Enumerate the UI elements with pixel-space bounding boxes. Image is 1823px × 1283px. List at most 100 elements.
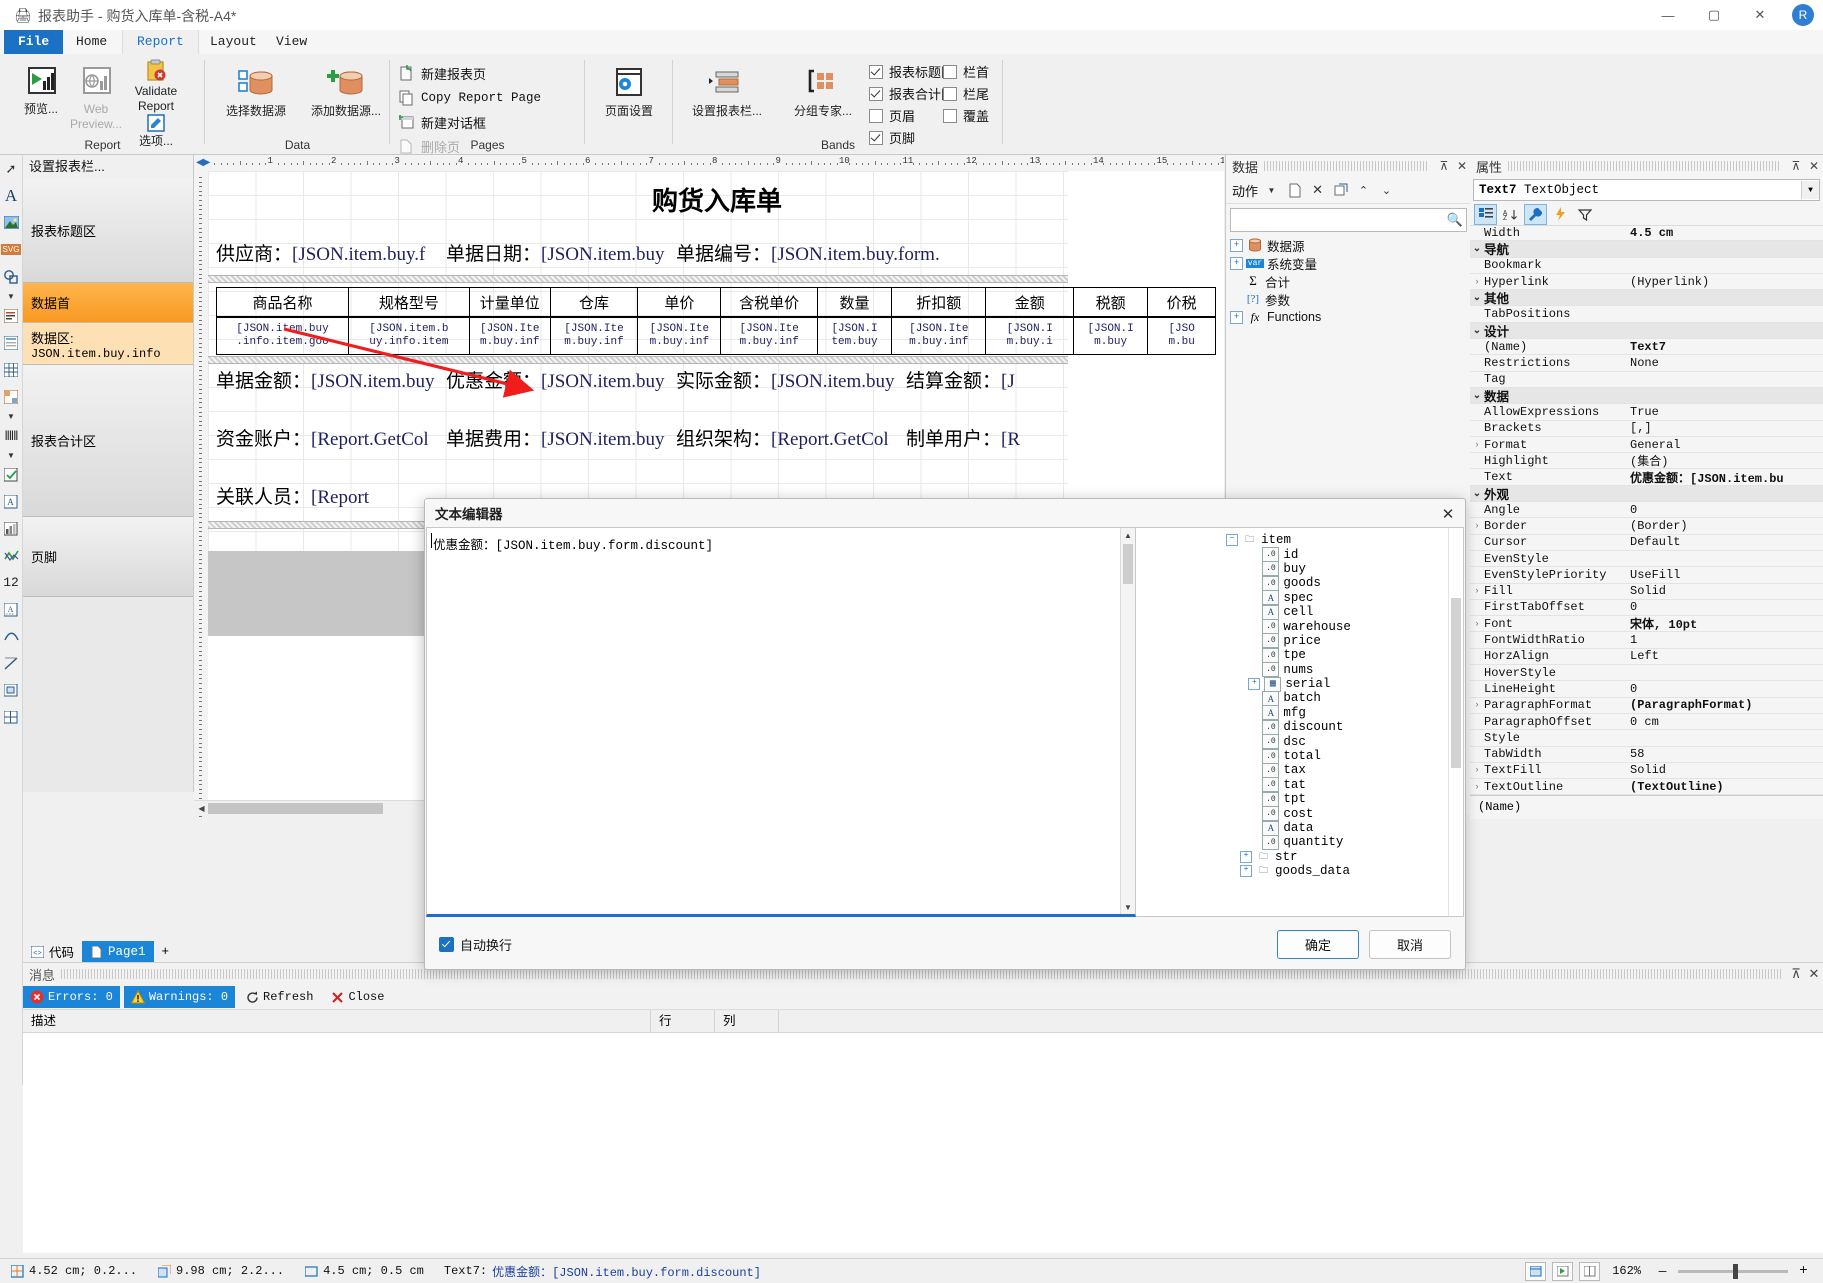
events-view-button[interactable] bbox=[1550, 205, 1571, 224]
minimize-button[interactable]: — bbox=[1645, 0, 1691, 30]
property-row[interactable]: HoverStyle bbox=[1470, 665, 1823, 682]
property-row[interactable]: Restrictions None bbox=[1470, 355, 1823, 372]
svg-icon[interactable]: SVG bbox=[0, 236, 22, 263]
close-icon[interactable]: ✕ bbox=[1453, 159, 1471, 173]
design-view-icon[interactable] bbox=[1525, 1261, 1547, 1281]
property-value[interactable]: (Border) bbox=[1630, 519, 1823, 533]
richtext-icon[interactable] bbox=[0, 302, 22, 329]
bands-panel-header[interactable]: 设置报表栏... bbox=[23, 155, 193, 179]
filter-button[interactable] bbox=[1574, 205, 1595, 224]
band-page-footer[interactable]: 页脚 bbox=[23, 517, 193, 597]
zipcode-icon[interactable]: A bbox=[0, 488, 22, 515]
field-tree-node[interactable]: .0 discount bbox=[1226, 719, 1351, 735]
warnings-chip[interactable]: Warnings: 0 bbox=[123, 986, 236, 1008]
property-value[interactable]: General bbox=[1630, 438, 1823, 452]
pointer-icon[interactable]: ➚ bbox=[0, 155, 22, 182]
property-row[interactable]: TabWidth 58 bbox=[1470, 747, 1823, 763]
table-data-cell[interactable]: [JSON.I m.buy bbox=[1072, 317, 1149, 355]
barcode-icon[interactable]: ‖‖‖ bbox=[0, 422, 22, 449]
page-setup-button[interactable]: 页面设置 bbox=[591, 62, 667, 119]
checkbox-object-icon[interactable] bbox=[0, 461, 22, 488]
property-row[interactable]: › Fill Solid bbox=[1470, 584, 1823, 600]
dialog-close-button[interactable]: ✕ bbox=[1437, 504, 1459, 524]
property-row[interactable]: Style bbox=[1470, 730, 1823, 747]
data-tree-node[interactable]: + fx Functions bbox=[1226, 308, 1471, 326]
move-down-icon[interactable]: ⌄ bbox=[1377, 181, 1396, 200]
table-data-cell[interactable]: [JSO m.bu bbox=[1147, 317, 1216, 355]
picture-icon[interactable] bbox=[0, 209, 22, 236]
expression-editor[interactable]: 优惠金额：[JSON.item.buy.form.discount] ▲ ▼ bbox=[426, 527, 1136, 917]
field-tree-node[interactable]: .0 tpe bbox=[1226, 647, 1351, 663]
property-row[interactable]: HorzAlign Left bbox=[1470, 649, 1823, 666]
field-organization[interactable]: 组织架构：[Report.GetCol bbox=[676, 424, 900, 451]
column-description[interactable]: 描述 bbox=[23, 1010, 651, 1032]
collapse-icon[interactable]: ⌄ bbox=[1470, 292, 1484, 303]
property-row[interactable]: FontWidthRatio 1 bbox=[1470, 632, 1823, 649]
field-tree-node[interactable]: .0 tat bbox=[1226, 777, 1351, 793]
property-value[interactable]: 0 bbox=[1630, 682, 1823, 696]
field-tree-node[interactable]: .0 total bbox=[1226, 748, 1351, 764]
table-cell-icon[interactable] bbox=[0, 329, 22, 356]
property-value[interactable]: (Hyperlink) bbox=[1630, 275, 1823, 289]
scroll-thumb[interactable] bbox=[208, 803, 383, 814]
data-tree[interactable]: + 数据源 + var 系统变量 Σ 合计 [?] 参数 + fx Functions bbox=[1226, 236, 1471, 326]
data-search-box[interactable]: 🔍 bbox=[1230, 208, 1467, 232]
table-header-cell[interactable]: 价税 bbox=[1147, 287, 1216, 317]
search-input[interactable] bbox=[1231, 209, 1444, 231]
table-data-cell[interactable]: [JSON.item.b uy.info.item bbox=[347, 317, 470, 355]
property-value[interactable]: (ParagraphFormat) bbox=[1630, 698, 1823, 712]
property-value[interactable]: UseFill bbox=[1630, 568, 1823, 582]
property-row[interactable]: › TextOutline (TextOutline) bbox=[1470, 779, 1823, 795]
property-value[interactable]: Solid bbox=[1630, 584, 1823, 598]
data-tree-node[interactable]: Σ 合计 bbox=[1226, 272, 1471, 290]
property-value[interactable]: Solid bbox=[1630, 763, 1823, 777]
expand-icon[interactable]: › bbox=[1470, 700, 1484, 710]
checkbox-report-summary[interactable]: 报表合计区 bbox=[869, 84, 954, 103]
field-tree-node[interactable]: .0 price bbox=[1226, 633, 1351, 649]
band-data-header[interactable]: 数据首 bbox=[23, 283, 193, 323]
search-icon[interactable]: 🔍 bbox=[1444, 212, 1466, 228]
property-row[interactable]: › TextFill Solid bbox=[1470, 763, 1823, 780]
table-icon[interactable] bbox=[0, 356, 22, 383]
ruler-scroll-arrows[interactable]: ◀▶ bbox=[196, 157, 210, 168]
pin-icon[interactable]: ⊼ bbox=[1787, 159, 1805, 173]
property-row[interactable]: Cursor Default bbox=[1470, 535, 1823, 551]
close-icon[interactable]: ✕ bbox=[1805, 159, 1823, 173]
editor-vscrollbar[interactable]: ▲ ▼ bbox=[1120, 528, 1135, 914]
number-icon[interactable]: 12 bbox=[0, 569, 22, 596]
container-icon[interactable] bbox=[0, 677, 22, 704]
select-datasource-button[interactable]: 选择数据源 bbox=[213, 62, 299, 119]
field-tree-node[interactable]: .0 warehouse bbox=[1226, 619, 1351, 635]
property-value[interactable]: (TextOutline) bbox=[1630, 780, 1823, 794]
expand-icon[interactable]: › bbox=[1470, 277, 1484, 287]
property-value[interactable]: 0 cm bbox=[1630, 715, 1823, 729]
checkbox-column-header[interactable]: 栏首 bbox=[943, 62, 989, 81]
property-row[interactable]: (Name) Text7 bbox=[1470, 339, 1823, 356]
collapse-icon[interactable]: ⌄ bbox=[1470, 390, 1484, 401]
expand-icon[interactable]: + bbox=[1240, 865, 1252, 878]
property-value[interactable]: [,] bbox=[1630, 421, 1823, 435]
field-doc-fee[interactable]: 单据费用：[JSON.item.buy bbox=[446, 424, 670, 451]
property-row[interactable]: EvenStylePriority UseFill bbox=[1470, 567, 1823, 584]
new-report-page-button[interactable]: 新建报表页 bbox=[398, 62, 486, 84]
data-tree-node[interactable]: [?] 参数 bbox=[1226, 290, 1471, 308]
zoom-slider-knob[interactable] bbox=[1733, 1263, 1738, 1279]
tab-code[interactable]: <> 代码 bbox=[23, 941, 82, 962]
property-value[interactable]: 4.5 cm bbox=[1630, 226, 1823, 240]
expand-icon[interactable]: › bbox=[1470, 440, 1484, 450]
shape-icon[interactable] bbox=[0, 263, 22, 290]
field-tree-node[interactable]: .0 id bbox=[1226, 547, 1351, 563]
expand-icon[interactable]: › bbox=[1470, 521, 1484, 531]
property-value[interactable]: 0 bbox=[1630, 503, 1823, 517]
validate-report-button[interactable]: Validate Report bbox=[117, 58, 195, 114]
property-value[interactable]: 1 bbox=[1630, 633, 1823, 647]
property-category-row[interactable]: ⌄ 外观 bbox=[1470, 485, 1823, 503]
property-row[interactable]: › ParagraphFormat (ParagraphFormat) bbox=[1470, 698, 1823, 714]
autowrap-checkbox[interactable]: 自动换行 bbox=[439, 935, 512, 954]
field-tree-node[interactable]: .0 cost bbox=[1226, 806, 1351, 822]
close-icon[interactable]: ✕ bbox=[1805, 966, 1823, 982]
collapse-icon[interactable]: ⌄ bbox=[1470, 488, 1484, 499]
field-tree-node[interactable]: Amfg bbox=[1226, 705, 1351, 721]
matrix-icon[interactable] bbox=[0, 383, 22, 410]
field-tree-node[interactable]: .0 dsc bbox=[1226, 734, 1351, 750]
